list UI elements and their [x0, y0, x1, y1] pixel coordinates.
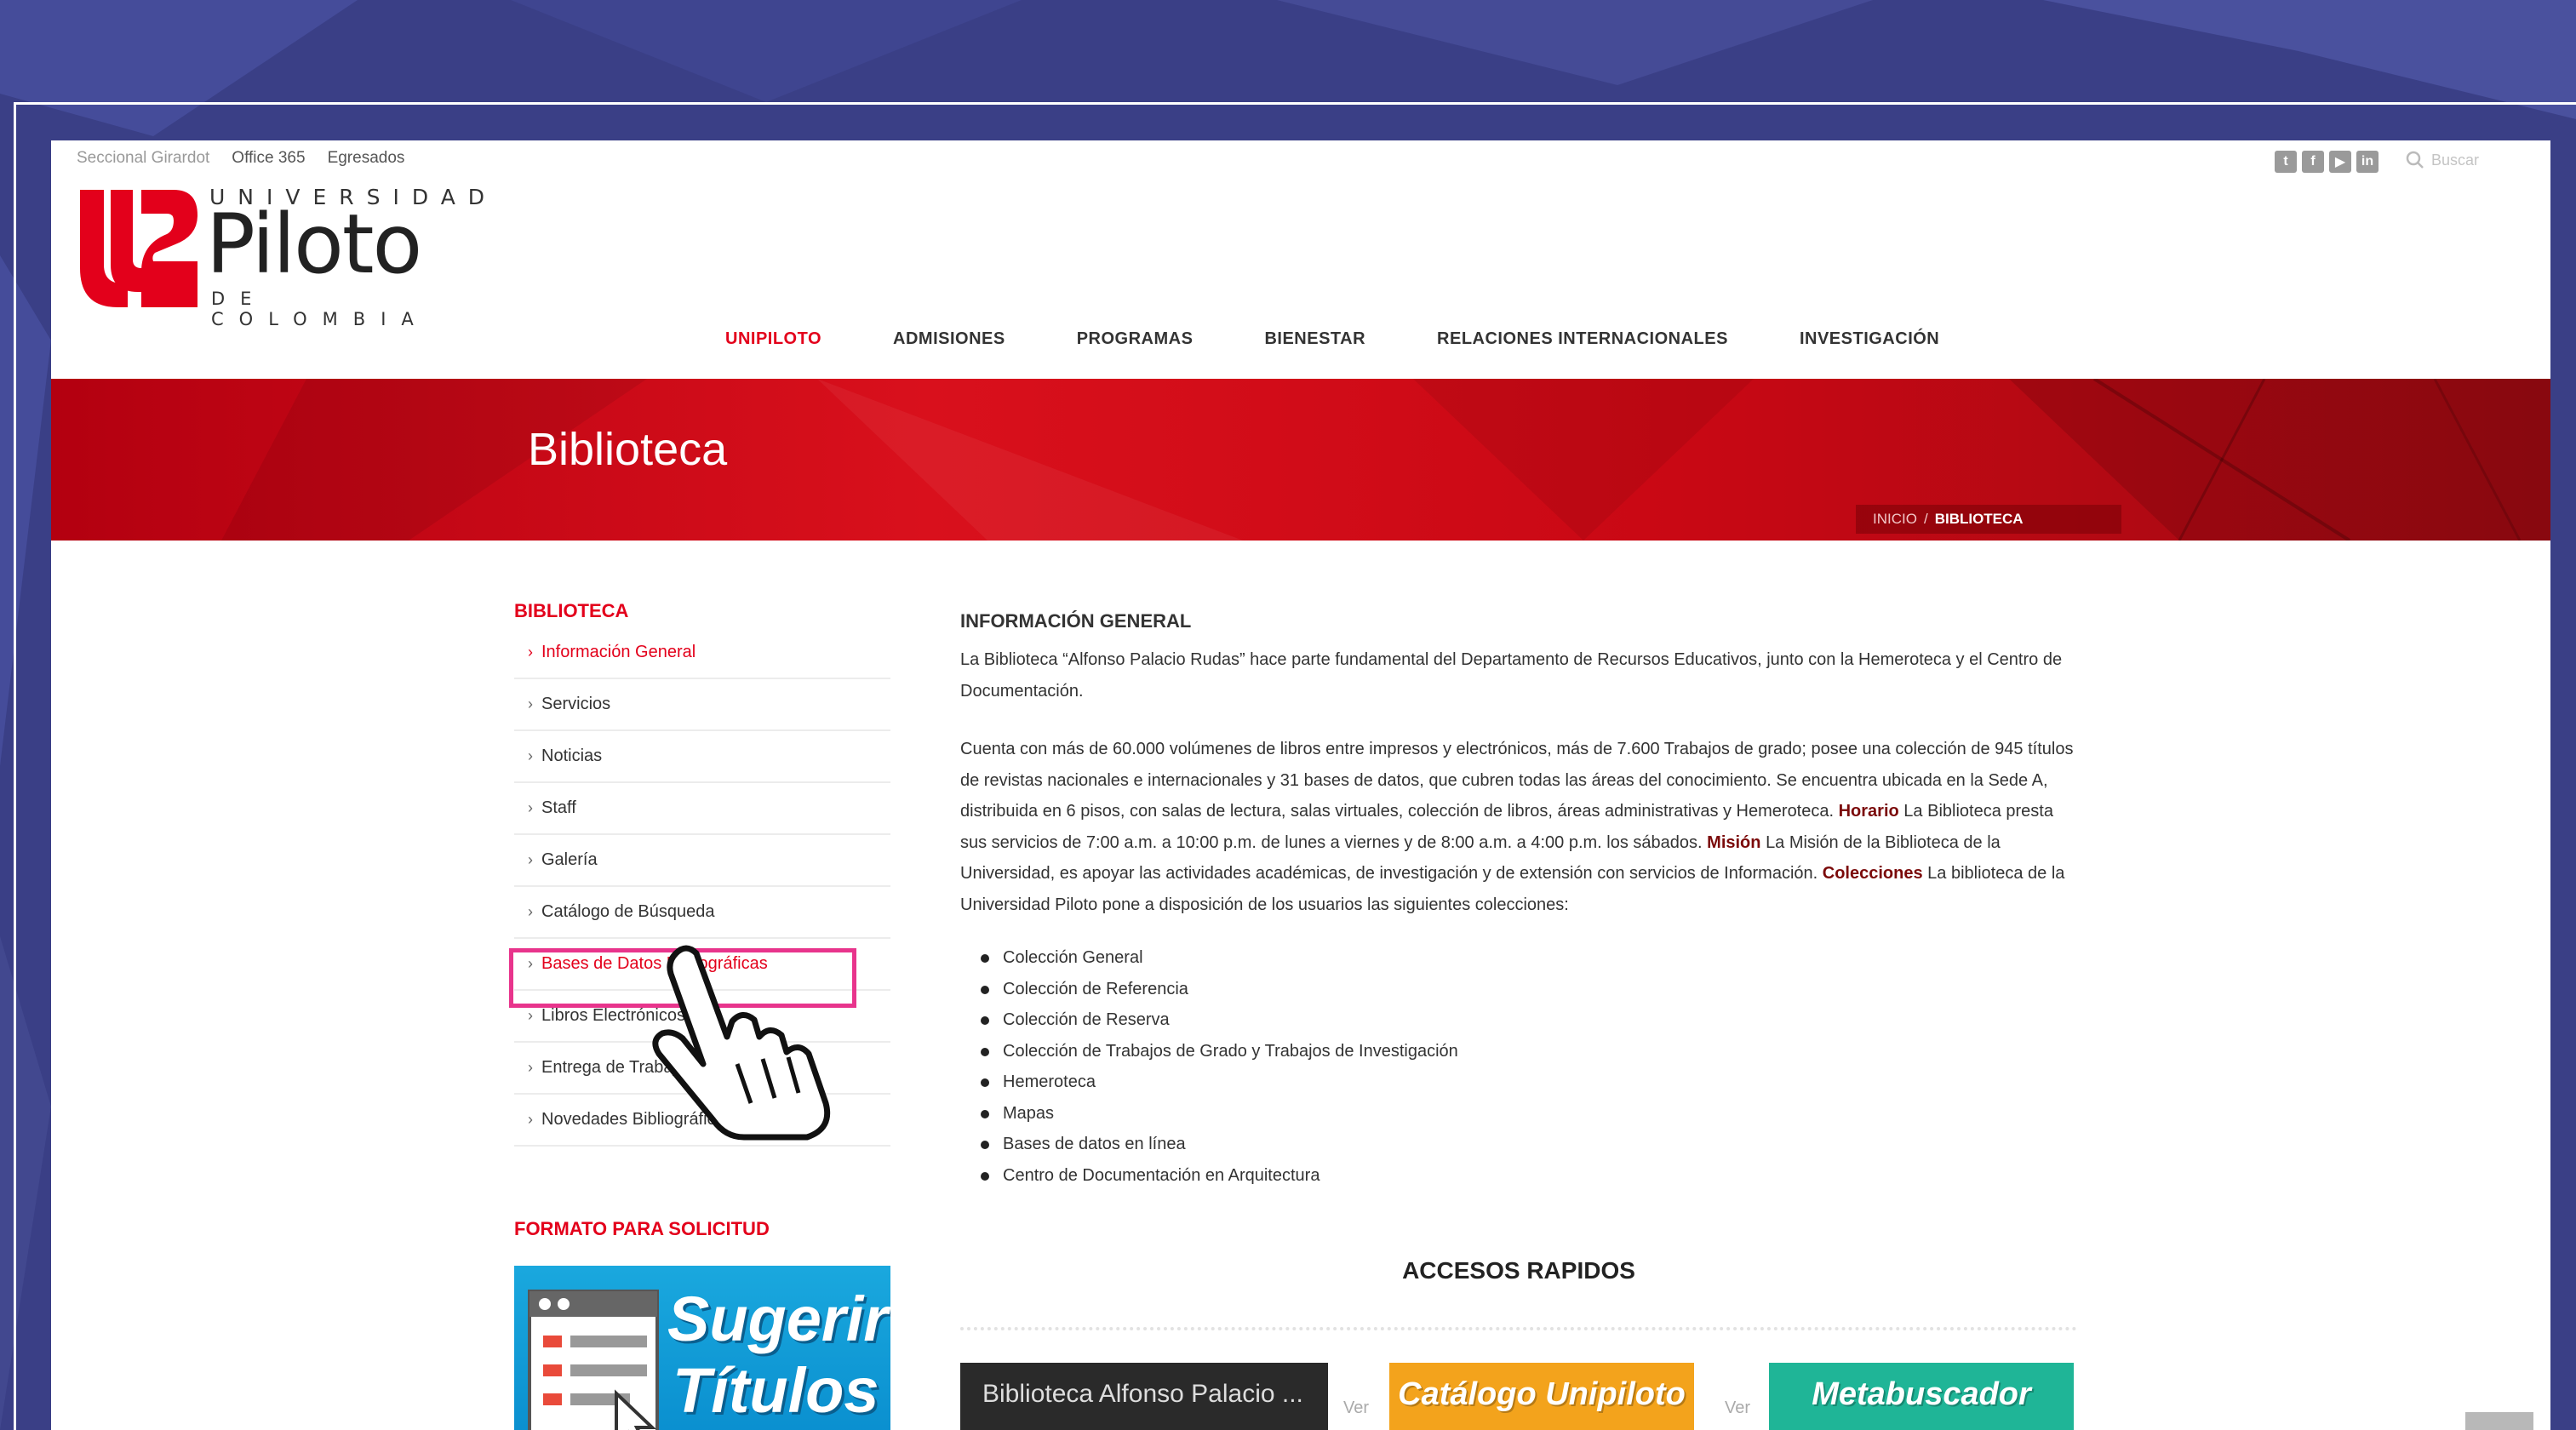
sidebar-item-staff[interactable]: › Staff [514, 783, 890, 835]
youtube-icon[interactable]: ▶ [2329, 151, 2351, 173]
list-item: Centro de Documentación en Arquitectura [960, 1160, 2077, 1192]
nav-investigacion[interactable]: INVESTIGACIÓN [1800, 329, 1939, 349]
titulos-text: Títulos [673, 1355, 879, 1426]
chevron-right-icon: › [528, 903, 533, 920]
chevron-right-icon: › [528, 747, 533, 764]
collections-list: Colección General Colección de Referenci… [960, 942, 2077, 1191]
sidebar-item-label: Servicios [541, 695, 611, 713]
nav-admisiones[interactable]: ADMISIONES [893, 329, 1005, 349]
sidebar-item-label: Staff [541, 798, 576, 817]
chevron-right-icon: › [528, 695, 533, 712]
top-link-egresados[interactable]: Egresados [328, 149, 405, 168]
sidebar-item-servicios[interactable]: › Servicios [514, 679, 890, 731]
divider [960, 1327, 2077, 1330]
quick-access-title: ACCESOS RAPIDOS [1402, 1257, 1635, 1284]
sugerir-titulos-banner[interactable]: Sugerir Títulos [514, 1266, 890, 1430]
metabuscador-label: Metabuscador [1812, 1376, 2031, 1412]
colecciones-label: Colecciones [1822, 864, 1923, 883]
facebook-icon[interactable]: f [2302, 151, 2324, 173]
metabuscador-button[interactable]: Metabuscador [1769, 1363, 2074, 1430]
list-item: Bases de datos en línea [960, 1129, 2077, 1160]
details-paragraph: Cuenta con más de 60.000 volúmenes de li… [960, 734, 2077, 920]
chevron-right-icon: › [528, 1111, 533, 1128]
page-title: Biblioteca [528, 424, 728, 475]
intro-paragraph: La Biblioteca “Alfonso Palacio Rudas” ha… [960, 644, 2077, 706]
chevron-right-icon: › [528, 1059, 533, 1076]
breadcrumb-current: BIBLIOTECA [1934, 511, 2024, 527]
sidebar-item-label: Catálogo de Búsqueda [541, 902, 715, 921]
webpage: Seccional Girardot Office 365 Egresados … [51, 140, 2550, 1430]
video-title: Biblioteca Alfonso Palacio ... [982, 1380, 1303, 1408]
nav-unipiloto[interactable]: UNIPILOTO [725, 329, 821, 349]
top-link-office365[interactable]: Office 365 [232, 149, 305, 168]
nav-programas[interactable]: PROGRAMAS [1077, 329, 1194, 349]
sidebar-item-catalogo[interactable]: › Catálogo de Búsqueda [514, 887, 890, 939]
sidebar-item-galeria[interactable]: › Galería [514, 835, 890, 887]
ver-link[interactable]: Ver [1343, 1399, 1369, 1418]
intro-text: La Biblioteca “Alfonso Palacio Rudas” ha… [960, 650, 2063, 701]
breadcrumb-separator: / [1923, 511, 1928, 527]
sidebar-item-label: Galería [541, 850, 598, 869]
chevron-right-icon: › [528, 644, 533, 661]
mision-label: Misión [1707, 832, 1761, 852]
video-thumbnail[interactable]: Biblioteca Alfonso Palacio ... [960, 1363, 1328, 1430]
catalogo-label: Catálogo Unipiloto [1398, 1376, 1686, 1412]
form-heading: FORMATO PARA SOLICITUD [514, 1218, 770, 1239]
sugerir-text: Sugerir [667, 1284, 889, 1354]
search-icon[interactable] [2406, 151, 2424, 169]
logo-mark-icon [80, 190, 197, 307]
nav-relaciones-internacionales[interactable]: RELACIONES INTERNACIONALES [1437, 329, 1728, 349]
chevron-right-icon: › [528, 799, 533, 816]
breadcrumb: INICIO / BIBLIOTECA [1856, 505, 2121, 534]
logo-de-colombia: DE COLOMBIA [211, 289, 429, 329]
page-banner: Biblioteca INICIO / BIBLIOTECA [51, 379, 2550, 541]
sidebar-item-label: Información General [541, 643, 696, 661]
sidebar-item-informacion-general[interactable]: › Información General [514, 627, 890, 679]
search-input[interactable] [2431, 151, 2550, 169]
logo-piloto: Piloto [206, 197, 422, 292]
scroll-top-button[interactable] [2465, 1412, 2533, 1430]
horario-label: Horario [1838, 802, 1899, 821]
banner-pattern [221, 379, 2550, 541]
content-heading: INFORMACIÓN GENERAL [960, 610, 1192, 632]
top-link-girardot[interactable]: Seccional Girardot [77, 149, 209, 168]
list-item: Colección de Trabajos de Grado y Trabajo… [960, 1036, 2077, 1067]
hand-cursor-icon [652, 945, 831, 1141]
list-item: Hemeroteca [960, 1067, 2077, 1098]
sidebar-item-noticias[interactable]: › Noticias [514, 731, 890, 783]
social-links: t f ▶ in [2275, 151, 2379, 173]
list-item: Colección de Reserva [960, 1004, 2077, 1036]
nav-bienestar[interactable]: BIENESTAR [1264, 329, 1365, 349]
main-nav: UNIPILOTO ADMISIONES PROGRAMAS BIENESTAR… [725, 329, 1939, 349]
main-content: INFORMACIÓN GENERAL La Biblioteca “Alfon… [960, 600, 2077, 1191]
sidebar-heading: BIBLIOTECA [514, 600, 629, 621]
chevron-right-icon: › [528, 1007, 533, 1024]
form-list-icon [528, 1290, 659, 1430]
ver-link[interactable]: Ver [1725, 1399, 1750, 1418]
top-links: Seccional Girardot Office 365 Egresados [77, 149, 404, 168]
list-item: Mapas [960, 1098, 2077, 1130]
chevron-right-icon: › [528, 851, 533, 868]
linkedin-icon[interactable]: in [2356, 151, 2379, 173]
search-box [2406, 151, 2550, 169]
breadcrumb-home[interactable]: INICIO [1873, 511, 1917, 528]
catalogo-unipiloto-button[interactable]: Catálogo Unipiloto [1389, 1363, 1694, 1430]
twitter-icon[interactable]: t [2275, 151, 2297, 173]
list-item: Colección de Referencia [960, 974, 2077, 1005]
sidebar-item-label: Noticias [541, 746, 603, 765]
list-item: Colección General [960, 942, 2077, 974]
site-logo[interactable]: UNIVERSIDAD Piloto DE COLOMBIA [73, 180, 484, 329]
